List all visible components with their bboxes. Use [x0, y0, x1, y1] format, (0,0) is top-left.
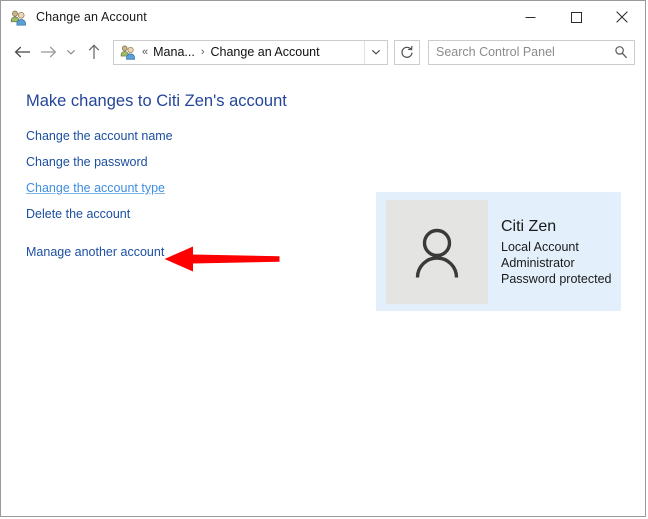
refresh-button[interactable] [394, 39, 420, 65]
page-title: Make changes to Citi Zen's account [26, 92, 287, 110]
annotation-arrow-icon [163, 243, 281, 275]
account-name: Citi Zen [501, 217, 557, 235]
link-change-account-type[interactable]: Change the account type [26, 181, 165, 196]
user-accounts-icon [10, 9, 27, 26]
account-role-line: Administrator [501, 255, 575, 270]
window-title: Change an Account [36, 10, 147, 24]
breadcrumb-overflow[interactable]: « [142, 46, 148, 58]
search-icon[interactable] [608, 45, 634, 59]
account-password-line: Password protected [501, 271, 612, 286]
maximize-button[interactable] [553, 1, 599, 33]
breadcrumb-item-manage-accounts[interactable]: Mana... [153, 45, 195, 59]
link-change-password[interactable]: Change the password [26, 155, 148, 170]
link-change-account-name[interactable]: Change the account name [26, 129, 173, 144]
task-link-list: Change the account name Change the passw… [26, 129, 173, 271]
back-button[interactable] [9, 39, 35, 65]
address-chevron-down-icon[interactable] [364, 40, 387, 64]
close-button[interactable] [599, 1, 645, 33]
account-type-line: Local Account [501, 239, 579, 254]
content-area: Make changes to Citi Zen's account Chang… [1, 71, 645, 516]
account-info-panel: Citi Zen Local Account Administrator Pas… [376, 192, 621, 311]
minimize-button[interactable] [507, 1, 553, 33]
avatar [386, 199, 488, 304]
address-bar[interactable]: « Mana... › Change an Account [113, 39, 388, 65]
breadcrumb-item-change-an-account[interactable]: Change an Account [210, 45, 319, 59]
person-icon [415, 228, 459, 278]
navigation-bar: « Mana... › Change an Account [1, 33, 645, 71]
search-input[interactable] [429, 45, 608, 59]
recent-locations-chevron-down-icon[interactable] [61, 39, 81, 65]
caption-buttons [507, 1, 645, 33]
breadcrumb-user-accounts-icon [120, 44, 136, 60]
forward-button[interactable] [35, 39, 61, 65]
title-bar: Change an Account [1, 1, 645, 33]
search-box[interactable] [428, 39, 635, 65]
account-details: Citi Zen Local Account Administrator Pas… [501, 217, 611, 287]
up-button[interactable] [81, 39, 107, 65]
control-panel-window: Change an Account « Mana... › Change an … [0, 0, 646, 517]
link-manage-another-account[interactable]: Manage another account [26, 245, 164, 260]
breadcrumb-separator-icon: › [200, 46, 205, 58]
link-delete-account[interactable]: Delete the account [26, 207, 130, 222]
